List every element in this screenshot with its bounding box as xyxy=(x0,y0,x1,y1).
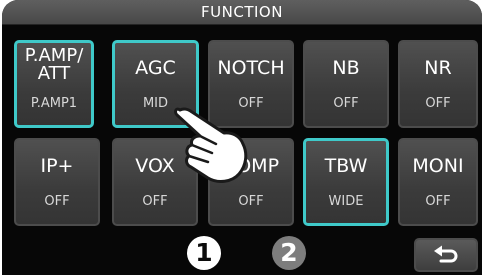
moni-button[interactable]: MONI OFF xyxy=(398,138,478,226)
vox-value: OFF xyxy=(142,194,168,209)
nr-label: NR xyxy=(424,57,452,79)
nb-label: NB xyxy=(332,57,360,79)
p-amp-att-label: P.AMP/ ATT xyxy=(24,45,84,84)
vox-button[interactable]: VOX OFF xyxy=(112,138,198,226)
nb-value: OFF xyxy=(333,96,359,111)
tbw-value: WIDE xyxy=(328,194,364,209)
notch-button[interactable]: NOTCH OFF xyxy=(208,40,294,128)
comp-value: OFF xyxy=(238,194,264,209)
agc-label: AGC xyxy=(135,57,176,79)
ip-plus-button[interactable]: IP+ OFF xyxy=(14,138,100,226)
page-1-indicator[interactable]: 1 xyxy=(187,236,221,270)
tbw-button[interactable]: TBW WIDE xyxy=(303,138,389,226)
agc-value: MID xyxy=(142,96,169,111)
ip-plus-value: OFF xyxy=(44,194,70,209)
p-amp-att-value: P.AMP1 xyxy=(30,96,78,111)
return-arrow-icon xyxy=(434,245,458,263)
nr-button[interactable]: NR OFF xyxy=(398,40,478,128)
ip-plus-label: IP+ xyxy=(40,155,74,177)
moni-label: MONI xyxy=(412,155,464,177)
function-screen: FUNCTION P.AMP/ ATT P.AMP1 AGC MID NOTCH… xyxy=(2,0,482,275)
notch-value: OFF xyxy=(238,96,264,111)
tbw-label: TBW xyxy=(324,155,368,177)
p-amp-att-button[interactable]: P.AMP/ ATT P.AMP1 xyxy=(14,40,94,128)
back-button[interactable] xyxy=(414,238,478,272)
page-2-indicator[interactable]: 2 xyxy=(272,236,306,270)
agc-button[interactable]: AGC MID xyxy=(112,40,199,128)
notch-label: NOTCH xyxy=(217,57,285,79)
screen-title: FUNCTION xyxy=(2,0,482,25)
nb-button[interactable]: NB OFF xyxy=(303,40,389,128)
vox-label: VOX xyxy=(135,155,175,177)
comp-label: COMP xyxy=(222,155,280,177)
nr-value: OFF xyxy=(425,96,451,111)
comp-button[interactable]: COMP OFF xyxy=(208,138,294,226)
moni-value: OFF xyxy=(425,194,451,209)
